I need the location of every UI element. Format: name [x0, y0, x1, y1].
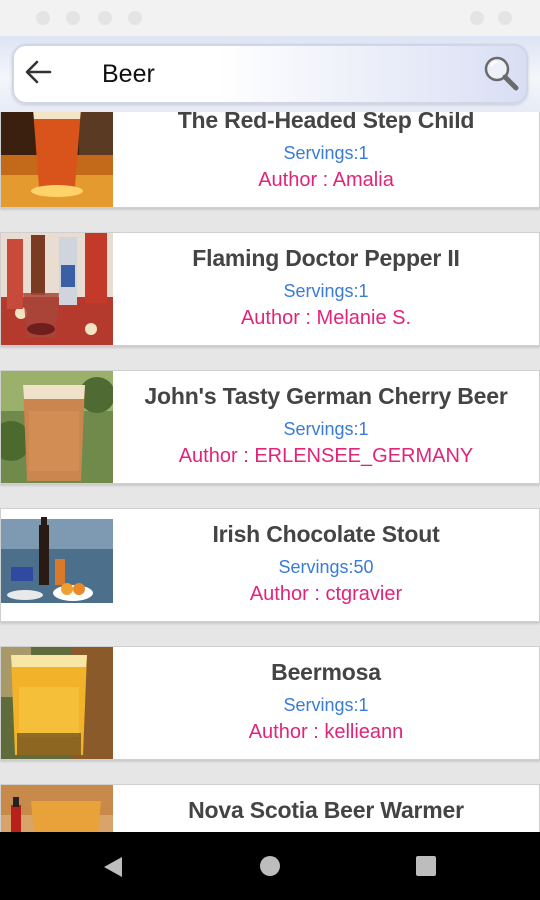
recipe-servings: Servings:1 [283, 419, 369, 439]
recipe-author: Author : Melanie S. [240, 307, 412, 329]
recipe-thumbnail [1, 233, 113, 345]
wifi-icon [470, 11, 484, 25]
magnifier-icon[interactable] [482, 54, 520, 92]
recipe-title: Nova Scotia Beer Warmer [188, 797, 464, 823]
recipe-info: Flaming Doctor Pepper II Servings:1 Auth… [113, 233, 539, 345]
recipe-servings: Servings:50 [278, 557, 374, 577]
recipe-title: Flaming Doctor Pepper II [192, 245, 460, 271]
recipe-card[interactable]: Irish Chocolate Stout Servings:50 Author… [0, 508, 540, 622]
recipe-card[interactable]: Beermosa Servings:1 Author : kellieann [0, 646, 540, 760]
recipe-author: Author : Amalia [258, 169, 394, 191]
search-header [0, 36, 540, 112]
recipe-author: Author : ERLENSEE_GERMANY [178, 445, 474, 467]
recipe-title: Irish Chocolate Stout [212, 521, 440, 547]
recipe-author: Author : kellieann [248, 721, 404, 743]
recipe-author: Author : ctgravier [249, 583, 403, 605]
recipe-card[interactable]: The Red-Headed Step Child Servings:1 Aut… [0, 96, 540, 208]
triangle-back-icon[interactable] [102, 855, 124, 879]
recipe-list[interactable]: The Red-Headed Step Child Servings:1 Aut… [0, 96, 540, 832]
recipe-card[interactable]: John's Tasty German Cherry Beer Servings… [0, 370, 540, 484]
recipe-search-screen: The Red-Headed Step Child Servings:1 Aut… [0, 0, 540, 900]
recipe-servings: Servings:1 [283, 281, 369, 301]
recipe-thumbnail [1, 785, 113, 832]
recipe-info: Irish Chocolate Stout Servings:50 Author… [113, 509, 539, 621]
status-icon [66, 11, 80, 25]
recipe-title: John's Tasty German Cherry Beer [144, 383, 508, 409]
search-input[interactable] [102, 58, 462, 90]
status-bar [0, 0, 540, 36]
recipe-info: Nova Scotia Beer Warmer [113, 785, 539, 832]
back-arrow-icon[interactable] [24, 58, 52, 86]
status-icon [36, 11, 50, 25]
recipe-thumbnail [1, 647, 113, 759]
recipe-thumbnail [1, 509, 113, 621]
status-icon [128, 11, 142, 25]
circle-home-icon[interactable] [259, 855, 281, 877]
recipe-title: Beermosa [271, 659, 381, 685]
recipe-servings: Servings:1 [283, 143, 369, 163]
recipe-card[interactable]: Nova Scotia Beer Warmer [0, 784, 540, 832]
recipe-card[interactable]: Flaming Doctor Pepper II Servings:1 Auth… [0, 232, 540, 346]
recipe-info: Beermosa Servings:1 Author : kellieann [113, 647, 539, 759]
recipe-thumbnail [1, 371, 113, 483]
battery-icon [498, 11, 512, 25]
recipe-info: The Red-Headed Step Child Servings:1 Aut… [113, 96, 539, 207]
square-recents-icon[interactable] [415, 855, 437, 877]
status-icon [98, 11, 112, 25]
navigation-bar [0, 832, 540, 900]
recipe-thumbnail [1, 96, 113, 207]
recipe-servings: Servings:1 [283, 695, 369, 715]
recipe-info: John's Tasty German Cherry Beer Servings… [113, 371, 539, 483]
